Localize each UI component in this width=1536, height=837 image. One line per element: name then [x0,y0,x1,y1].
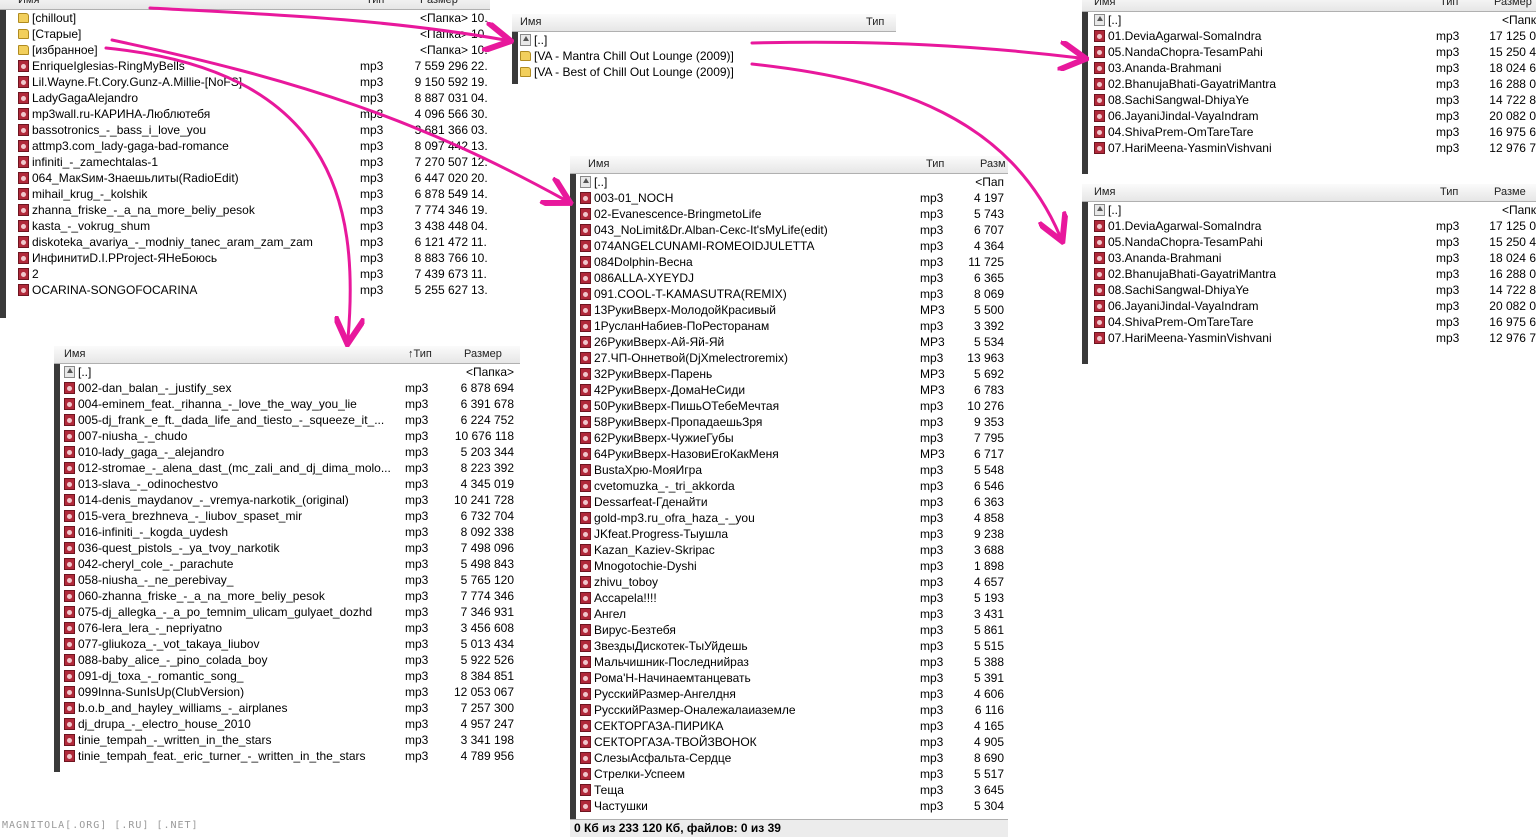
arrow-bestof [750,62,1060,236]
watermark: MAGNITOLA[.ORG] [.RU] [.NET] [2,820,199,831]
arrow-chillout [148,6,505,40]
arrow-starye [110,38,565,200]
annotation-arrows [104,6,1536,837]
arrow-mantra [750,42,1080,58]
